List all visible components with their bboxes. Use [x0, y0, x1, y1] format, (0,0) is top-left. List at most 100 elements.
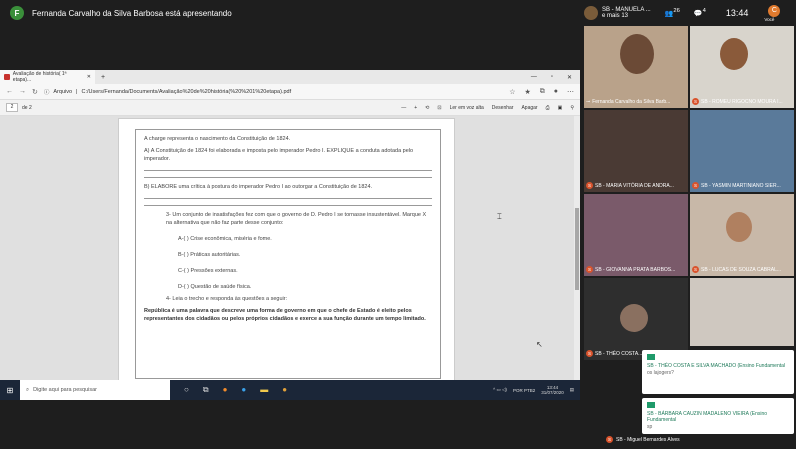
windows-start-icon[interactable]: ⊞: [0, 386, 20, 395]
favorite-icon[interactable]: ☆: [509, 88, 515, 96]
screen: F Fernanda Carvalho da Silva Barbosa est…: [0, 0, 796, 449]
search-placeholder: Digite aqui para pesquisar: [33, 387, 97, 393]
close-tab-icon[interactable]: ✕: [87, 74, 91, 80]
edge-icon[interactable]: ●: [241, 385, 246, 395]
browser-tab[interactable]: Avaliação de história( 1ª etapa)... ✕: [0, 70, 95, 84]
tile-label: S SB - MARIA VITÓRIA DE ANDRA...: [586, 182, 674, 189]
bottom-tile-label: S SB - Miguel Bernardes Alves: [606, 436, 680, 443]
tile-name: SB - GIOVANNA PRATA BARBOS...: [595, 266, 676, 273]
chat-icon[interactable]: 💬4: [694, 8, 706, 17]
favorites-icon[interactable]: ★: [524, 88, 530, 96]
tile-label: S SB - GIOVANNA PRATA BARBOS...: [586, 266, 675, 273]
url-text: C:/Users/Fernanda/Documents/Avaliação%20…: [81, 88, 292, 95]
chat-message: SB - THÉO COSTA E SILVA MACHADO (Ensino …: [642, 350, 794, 394]
cortana-icon[interactable]: ○: [184, 385, 189, 395]
language-indicator[interactable]: POR PTB2: [513, 388, 535, 393]
participant-avatar: [620, 304, 648, 332]
chat-author: SB - THÉO COSTA E SILVA MACHADO (Ensino …: [647, 363, 786, 369]
notification-icon[interactable]: ▤: [570, 387, 574, 393]
presenter-banner-text: Fernanda Carvalho da Silva Barbosa está …: [32, 8, 232, 18]
pointer-icon: ↖: [536, 340, 543, 349]
excerpt-text: República é uma palavra que descreve uma…: [144, 307, 426, 322]
answer-line: [144, 204, 432, 206]
question-4: 4- Leia o trecho e responda às questões …: [166, 295, 288, 302]
new-tab-icon[interactable]: +: [95, 74, 111, 81]
option-b: B-( ) Práticas autoritárias.: [178, 251, 241, 258]
video-tile-presenter[interactable]: ⊸ Fernanda Carvalho da Silva Barb...: [584, 26, 688, 108]
participant-figure: [726, 212, 752, 242]
taskbar-apps: ○ ⧉ ● ● ▬ ●: [184, 385, 287, 395]
participant-more: e mais 13: [602, 13, 629, 19]
scrollbar-thumb[interactable]: [575, 208, 579, 290]
url-separator: |: [76, 88, 78, 95]
video-tile[interactable]: S SB - MARIA VITÓRIA DE ANDRA...: [584, 110, 688, 192]
tray-icons[interactable]: ^ ▭ ◁): [493, 387, 507, 393]
question-3: 3- Um conjunto de insatisfações fez com …: [166, 211, 427, 226]
system-tray: ^ ▭ ◁) POR PTB2 13:44 31/07/2020 ▤: [493, 385, 580, 395]
taskbar-search[interactable]: ⌕ Digite aqui para pesquisar: [20, 380, 170, 400]
video-tile[interactable]: S SB - THÉO COSTA...: [584, 278, 688, 360]
tile-name: SB - ROMEU RIGOCNO MOURA I...: [701, 98, 783, 105]
chat-text: os lajogers?: [647, 370, 674, 376]
pdf-viewer: A charge representa o nascimento da Cons…: [0, 116, 580, 382]
forward-icon[interactable]: →: [19, 88, 26, 95]
pin-icon[interactable]: ⚲: [570, 105, 574, 111]
taskbar: ⊞ ⌕ Digite aqui para pesquisar ○ ⧉ ● ● ▬…: [0, 380, 580, 400]
rotate-icon[interactable]: ⟲: [425, 105, 429, 111]
back-icon[interactable]: ←: [6, 88, 13, 95]
task-view-icon[interactable]: ⧉: [203, 385, 209, 395]
browser-tabbar: Avaliação de história( 1ª etapa)... ✕ + …: [0, 70, 580, 84]
scrollbar[interactable]: [574, 116, 580, 382]
people-icon[interactable]: 👥26: [665, 8, 680, 17]
option-c: C-( ) Pressões externas.: [178, 267, 238, 274]
profile-icon[interactable]: ●: [554, 88, 558, 96]
more-icon[interactable]: ⋯: [567, 88, 574, 96]
presenter-banner: F Fernanda Carvalho da Silva Barbosa est…: [0, 0, 580, 26]
video-tile[interactable]: [690, 278, 794, 346]
tab-title: Avaliação de história( 1ª etapa)...: [12, 71, 67, 83]
video-tile[interactable]: S SB - GIOVANNA PRATA BARBOS...: [584, 194, 688, 276]
refresh-icon[interactable]: ↻: [32, 88, 38, 96]
fit-page-icon[interactable]: ⊡: [437, 105, 441, 111]
minimize-icon[interactable]: —: [531, 74, 537, 81]
print-icon[interactable]: ⎙: [546, 105, 550, 111]
pdf-page: A charge representa o nascimento da Cons…: [118, 118, 455, 382]
file-explorer-icon[interactable]: ▬: [260, 385, 268, 395]
user-account[interactable]: C Você: [758, 4, 781, 22]
save-icon[interactable]: ▣: [558, 105, 563, 111]
close-window-icon[interactable]: ✕: [567, 74, 572, 81]
tile-label: S SB - LUCAS DE SOUZA CABRAL...: [692, 266, 781, 273]
bottom-tile-name: SB - Miguel Bernardes Alves: [616, 436, 680, 443]
mic-icon: ⊸: [586, 99, 591, 105]
firefox-icon[interactable]: ●: [223, 385, 228, 395]
tile-label: ⊸ Fernanda Carvalho da Silva Barb...: [586, 99, 670, 105]
chrome-icon[interactable]: ●: [282, 385, 287, 395]
page-input[interactable]: 2: [6, 103, 18, 112]
shared-screen: Avaliação de história( 1ª etapa)... ✕ + …: [0, 70, 580, 400]
taskbar-date: 31/07/2020: [541, 390, 564, 395]
user-avatar: C: [768, 4, 781, 17]
participants-summary[interactable]: SB - MANUELA ... e mais 13: [602, 7, 651, 19]
participant-avatar: [584, 6, 598, 20]
zoom-out-icon[interactable]: —: [401, 105, 406, 111]
presenter-avatar: F: [10, 6, 24, 20]
tile-label: S SB - THÉO COSTA...: [586, 350, 642, 357]
url-label: Arquivo: [53, 88, 73, 95]
tile-name: Fernanda Carvalho da Silva Barb...: [592, 99, 671, 105]
video-tile[interactable]: S SB - YASMIN MARTINIANO SIER...: [690, 110, 794, 192]
draw-button[interactable]: Desenhar: [492, 105, 514, 111]
user-badge: S: [692, 182, 699, 189]
video-tile[interactable]: S SB - LUCAS DE SOUZA CABRAL...: [690, 194, 794, 276]
url-field[interactable]: ⓘ Arquivo | C:/Users/Fernanda/Documents/…: [44, 88, 503, 96]
pdf-icon: [4, 74, 10, 80]
clock[interactable]: 13:44 31/07/2020: [541, 385, 564, 395]
collections-icon[interactable]: ⧉: [540, 88, 545, 96]
maximize-icon[interactable]: ▫: [551, 74, 553, 81]
read-aloud-button[interactable]: Ler em voz alta: [450, 105, 484, 111]
zoom-in-icon[interactable]: +: [414, 105, 417, 111]
video-tile[interactable]: S SB - ROMEU RIGOCNO MOURA I...: [690, 26, 794, 108]
erase-button[interactable]: Apagar: [521, 105, 537, 111]
user-badge: S: [692, 266, 699, 273]
participant-figure: [620, 34, 654, 74]
browser-actions: ☆ ★ ⧉ ● ⋯: [509, 88, 574, 96]
